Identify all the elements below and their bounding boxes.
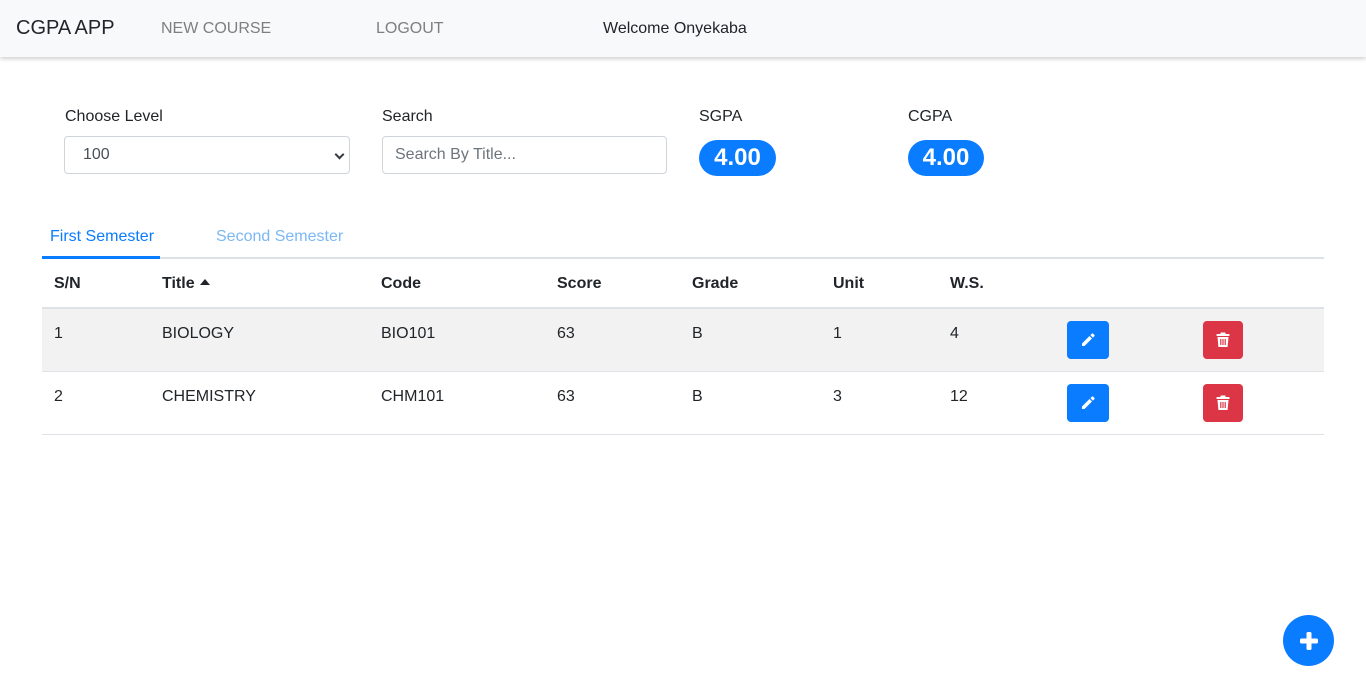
search-input[interactable]: [382, 136, 667, 174]
header-unit: Unit: [833, 275, 865, 292]
add-course-fab[interactable]: [1283, 615, 1334, 666]
table-row: 2 CHEMISTRY CHM101 63 B 3 12: [42, 372, 1324, 435]
cell-unit: 1: [833, 325, 842, 342]
cell-score: 63: [557, 388, 575, 405]
cell-grade: B: [692, 325, 703, 342]
cgpa-badge: 4.00: [908, 140, 984, 176]
header-grade: Grade: [692, 275, 739, 292]
trash-icon: [1216, 395, 1230, 410]
pencil-icon: [1082, 333, 1095, 346]
navbar: CGPA APP NEW COURSE LOGOUT Welcome Onyek…: [0, 0, 1366, 57]
header-sn: S/N: [54, 275, 81, 292]
tabs-divider: [42, 257, 1324, 259]
plus-icon: [1299, 631, 1318, 650]
edit-button[interactable]: [1067, 321, 1109, 359]
cell-score: 63: [557, 325, 575, 342]
cell-grade: B: [692, 388, 703, 405]
table-row: 1 BIOLOGY BIO101 63 B 1 4: [42, 309, 1324, 372]
header-code: Code: [381, 275, 421, 292]
delete-button[interactable]: [1203, 321, 1243, 359]
level-select-value: 100: [83, 146, 110, 163]
trash-icon: [1216, 332, 1230, 347]
search-label: Search: [382, 108, 433, 125]
chevron-down-icon: [334, 149, 345, 160]
cell-code: CHM101: [381, 388, 445, 405]
cell-sn: 1: [54, 325, 63, 342]
header-score: Score: [557, 275, 602, 292]
edit-button[interactable]: [1067, 384, 1109, 422]
cell-title: CHEMISTRY: [162, 388, 256, 405]
header-title[interactable]: Title: [162, 275, 210, 293]
cell-ws: 4: [950, 325, 959, 342]
sort-up-icon: [199, 279, 210, 285]
level-label: Choose Level: [65, 108, 163, 125]
cell-code: BIO101: [381, 325, 436, 342]
sgpa-label: SGPA: [699, 108, 743, 125]
cgpa-label: CGPA: [908, 108, 953, 125]
welcome-text: Welcome Onyekaba: [603, 20, 747, 37]
level-select[interactable]: 100: [64, 136, 350, 174]
sgpa-badge: 4.00: [699, 140, 776, 176]
cell-ws: 12: [950, 388, 968, 405]
pencil-icon: [1082, 396, 1095, 409]
cell-sn: 2: [54, 388, 63, 405]
logout-link[interactable]: LOGOUT: [376, 20, 444, 38]
header-ws: W.S.: [950, 275, 984, 292]
cell-title: BIOLOGY: [162, 325, 235, 342]
active-tab-indicator: [42, 256, 160, 259]
cell-unit: 3: [833, 388, 842, 405]
delete-button[interactable]: [1203, 384, 1243, 422]
new-course-link[interactable]: NEW COURSE: [161, 20, 271, 38]
header-title-label: Title: [162, 275, 195, 292]
tab-first-semester[interactable]: First Semester: [50, 228, 154, 246]
tab-second-semester[interactable]: Second Semester: [216, 228, 343, 246]
app-brand[interactable]: CGPA APP: [16, 17, 115, 40]
